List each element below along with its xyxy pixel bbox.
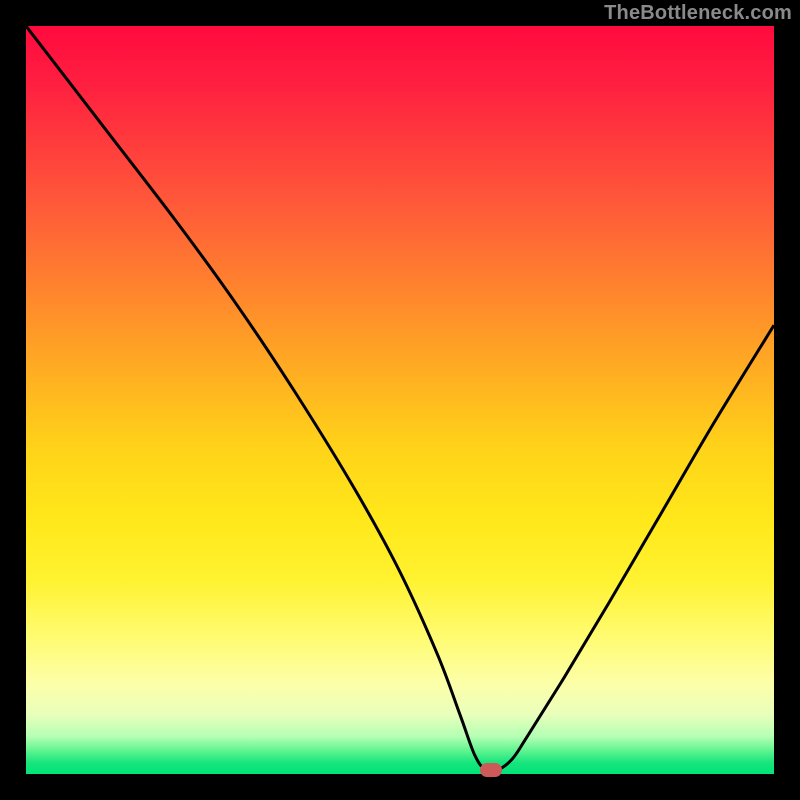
curve-path <box>26 26 774 772</box>
chart-frame: TheBottleneck.com <box>0 0 800 800</box>
optimal-point-marker <box>480 763 502 777</box>
bottleneck-curve <box>26 26 774 774</box>
watermark-text: TheBottleneck.com <box>604 2 792 25</box>
plot-area <box>26 26 774 774</box>
